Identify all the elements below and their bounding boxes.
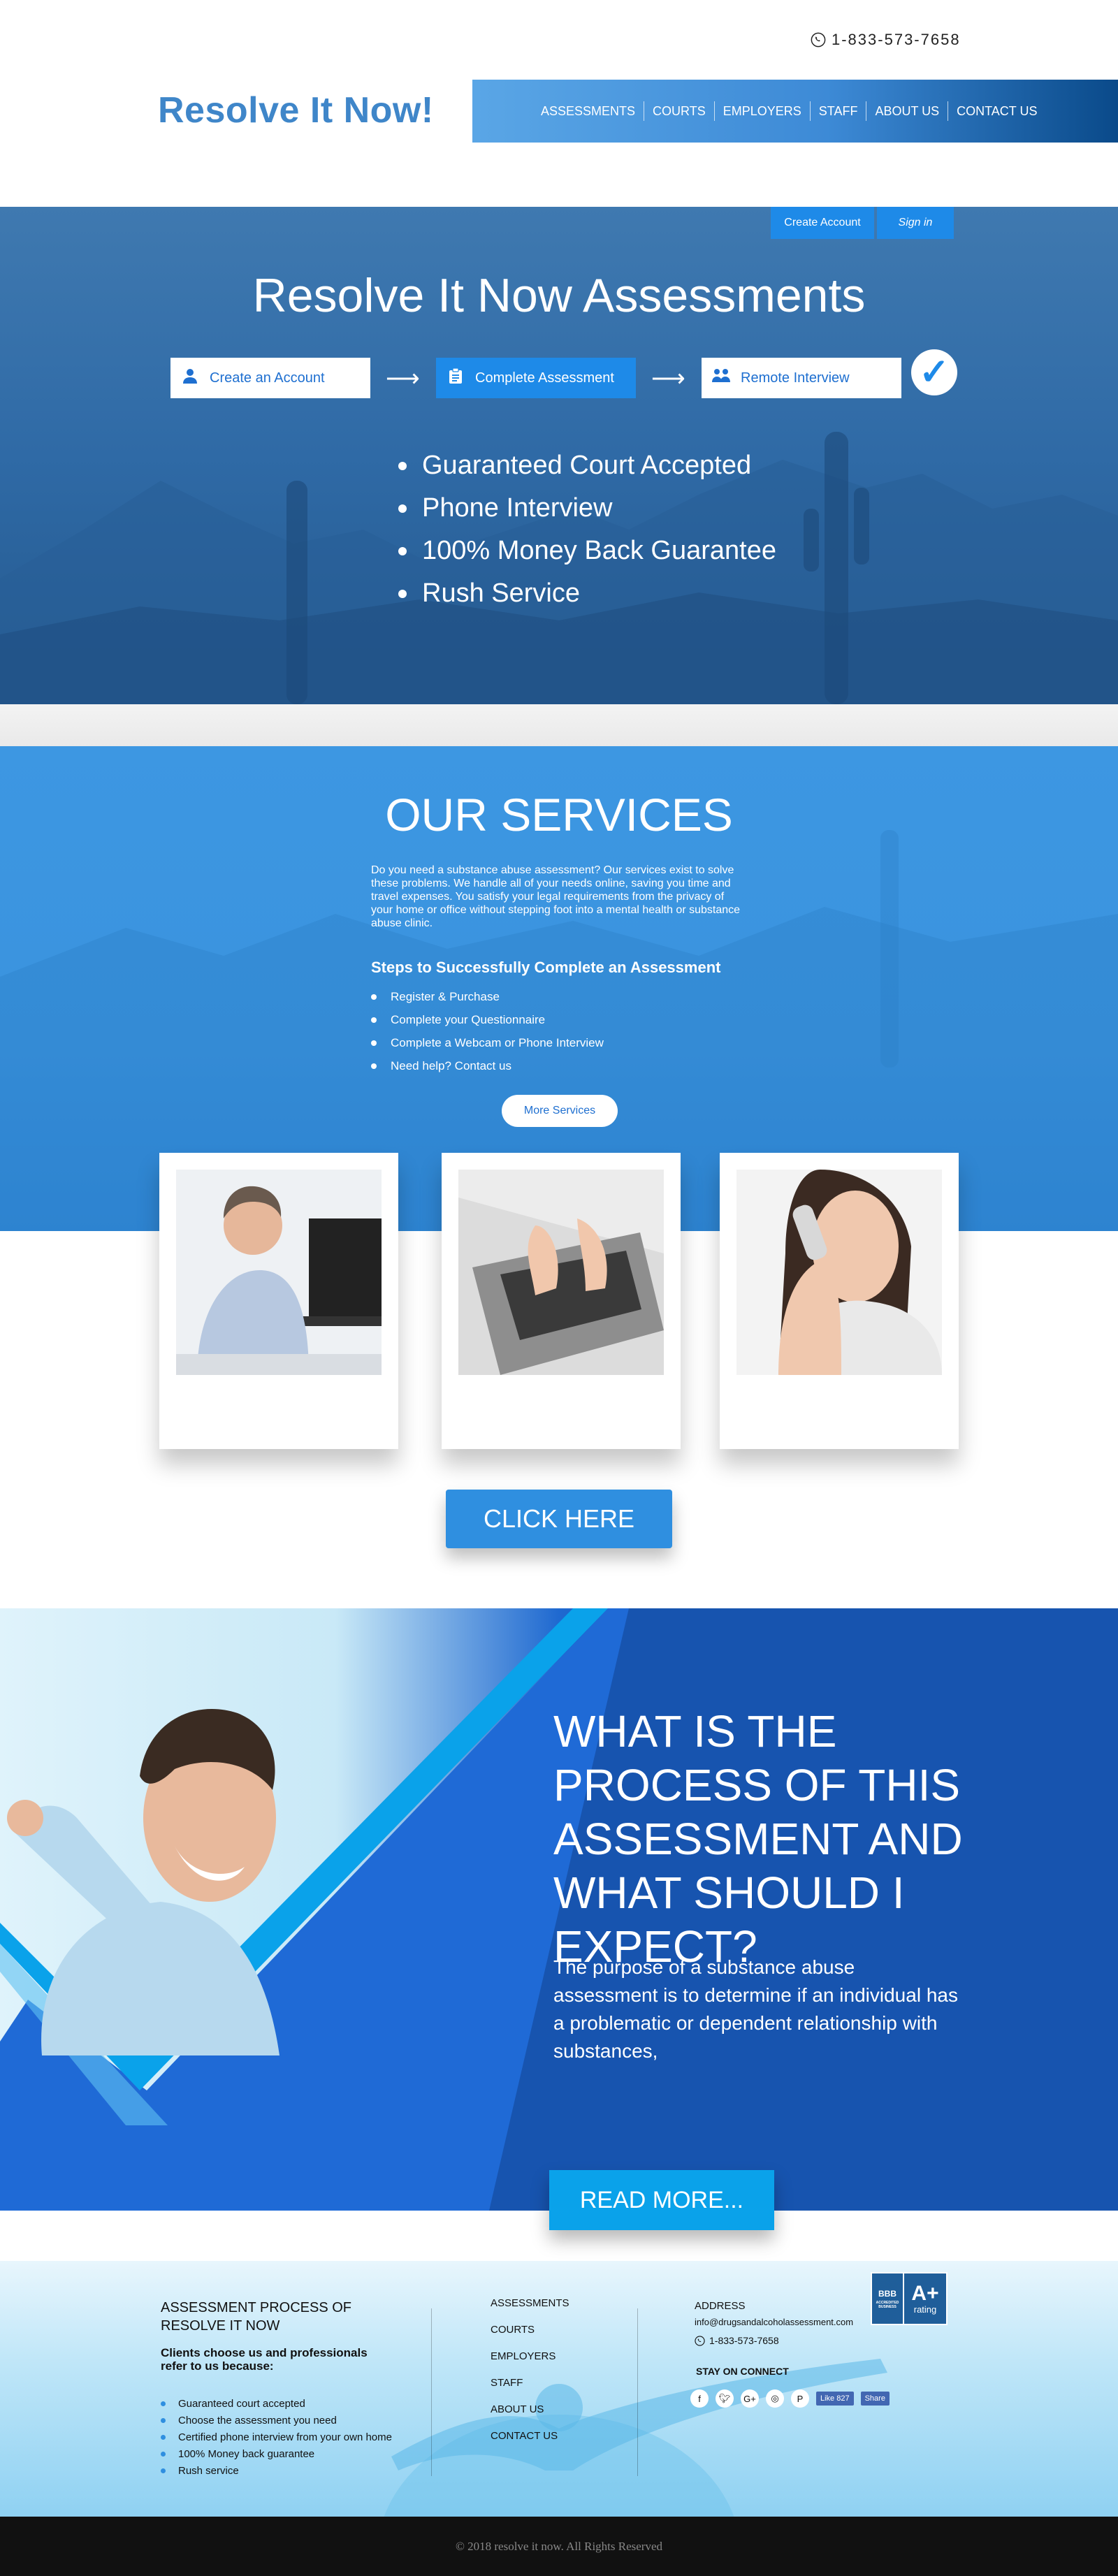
footer-link-contact-us[interactable]: CONTACT US [491, 2430, 569, 2457]
click-here-button[interactable]: CLICK HERE [446, 1490, 672, 1548]
service-card[interactable] [720, 1153, 959, 1449]
nav-item-courts[interactable]: COURTS [644, 101, 714, 121]
hero-title: Resolve It Now Assessments [252, 269, 866, 322]
facebook-share-button[interactable]: Share [860, 2392, 890, 2406]
service-card[interactable] [442, 1153, 681, 1449]
user-icon [170, 368, 210, 388]
list-item: Choose the assessment you need [161, 2412, 392, 2429]
steps-list: Register & Purchase Complete your Questi… [371, 985, 604, 1077]
address-title: ADDRESS [695, 2300, 746, 2312]
step-remote-interview[interactable]: Remote Interview [702, 358, 901, 398]
checkmark-icon: ✓ [911, 349, 957, 395]
footer-link-staff[interactable]: STAFF [491, 2377, 569, 2403]
facebook-like-button[interactable]: Like 827 [816, 2392, 854, 2406]
list-item: Complete a Webcam or Phone Interview [371, 1031, 604, 1054]
footer-reasons-list: Guaranteed court accepted Choose the ass… [161, 2395, 392, 2479]
arrow-right-icon: ⟶ [386, 365, 420, 392]
footer-phone[interactable]: 1-833-573-7658 [695, 2335, 779, 2346]
facebook-icon[interactable]: f [690, 2389, 709, 2408]
step-create-account[interactable]: Create an Account [170, 358, 370, 398]
section-divider [0, 704, 1118, 746]
list-item: Rush Service [398, 572, 776, 615]
bbb-logo: BBB [878, 2288, 896, 2299]
process-title: WHAT IS THE PROCESS OF THIS ASSESSMENT A… [553, 1706, 963, 1972]
people-icon [702, 368, 741, 388]
nav-item-contact-us[interactable]: CONTACT US [948, 101, 1045, 121]
list-item: Phone Interview [398, 487, 776, 530]
create-account-button[interactable]: Create Account [771, 207, 874, 239]
services-description: Do you need a substance abuse assessment… [371, 864, 741, 929]
footer-link-courts[interactable]: COURTS [491, 2324, 569, 2350]
step-label: Remote Interview [741, 370, 850, 386]
nav-item-assessments[interactable]: ASSESSMENTS [532, 101, 644, 121]
phone-icon [811, 32, 826, 48]
woman-on-phone-photo [736, 1170, 942, 1375]
instagram-icon[interactable]: ◎ [766, 2389, 784, 2408]
nav-item-employers[interactable]: EMPLOYERS [713, 101, 810, 121]
main-nav: ASSESSMENTS COURTS EMPLOYERS STAFF ABOUT… [472, 80, 1118, 143]
site-logo[interactable]: Resolve It Now! [158, 89, 434, 131]
list-item: Register & Purchase [371, 985, 604, 1008]
footer-divider [431, 2308, 432, 2476]
nav-item-staff[interactable]: STAFF [809, 101, 866, 121]
footer-links: ASSESSMENTS COURTS EMPLOYERS STAFF ABOUT… [491, 2297, 569, 2457]
footer-link-about-us[interactable]: ABOUT US [491, 2403, 569, 2430]
bbb-rating-label: rating [913, 2304, 937, 2315]
sign-in-button[interactable]: Sign in [877, 207, 954, 239]
list-item[interactable]: Need help? Contact us [371, 1054, 604, 1077]
twitter-icon[interactable]: 🐦︎ [716, 2389, 734, 2408]
step-label: Complete Assessment [475, 370, 614, 386]
footer-link-employers[interactable]: EMPLOYERS [491, 2350, 569, 2377]
read-more-button[interactable]: READ MORE... [549, 2170, 774, 2230]
phone-icon [695, 2335, 705, 2346]
bbb-accredited-label: ACCREDITED BUSINESS [876, 2300, 899, 2309]
list-item: 100% Money Back Guarantee [398, 530, 776, 572]
bbb-rating-badge[interactable]: BBB ACCREDITED BUSINESS A+ rating [871, 2272, 948, 2325]
list-item: 100% Money back guarantee [161, 2445, 392, 2462]
process-description: The purpose of a substance abuse assessm… [553, 1956, 958, 2062]
footer-email[interactable]: info@drugsandalcoholassessment.com [695, 2317, 853, 2327]
footer-divider [637, 2308, 638, 2476]
footer-phone-number: 1-833-573-7658 [709, 2335, 779, 2346]
social-links: f 🐦︎ G+ ◎ P Like 827 Share [690, 2389, 890, 2408]
more-services-button[interactable]: More Services [502, 1095, 618, 1127]
list-item: Guaranteed court accepted [161, 2395, 392, 2412]
pinterest-icon[interactable]: P [791, 2389, 809, 2408]
service-card[interactable] [159, 1153, 398, 1449]
google-plus-icon[interactable]: G+ [741, 2389, 759, 2408]
list-item: Guaranteed Court Accepted [398, 444, 776, 487]
step-complete-assessment[interactable]: Complete Assessment [436, 358, 636, 398]
typing-laptop-photo [458, 1170, 664, 1375]
footer-link-assessments[interactable]: ASSESSMENTS [491, 2297, 569, 2324]
step-label: Create an Account [210, 370, 325, 386]
hero-bullet-list: Guaranteed Court Accepted Phone Intervie… [398, 444, 776, 615]
steps-title: Steps to Successfully Complete an Assess… [371, 959, 721, 976]
services-title: OUR SERVICES [385, 789, 733, 841]
man-at-computer-photo [176, 1170, 382, 1375]
bbb-grade: A+ [911, 2281, 939, 2305]
happy-man-photo [7, 1709, 280, 2055]
footer-subtitle: Clients choose us and professionals refe… [161, 2346, 368, 2373]
stay-connected-title: STAY ON CONNECT [696, 2366, 789, 2377]
auth-buttons: Create Account Sign in [771, 207, 954, 239]
list-item: Complete your Questionnaire [371, 1008, 604, 1031]
footer-title: ASSESSMENT PROCESS OF RESOLVE IT NOW [161, 2300, 352, 2334]
list-item: Certified phone interview from your own … [161, 2429, 392, 2445]
copyright-bar: © 2018 resolve it now. All Rights Reserv… [0, 2517, 1118, 2576]
clipboard-icon [436, 367, 475, 388]
phone-number: 1-833-573-7658 [832, 31, 961, 48]
header-phone[interactable]: 1-833-573-7658 [811, 31, 961, 49]
nav-item-about-us[interactable]: ABOUT US [866, 101, 948, 121]
arrow-right-icon: ⟶ [651, 365, 685, 392]
list-item: Rush service [161, 2462, 392, 2479]
